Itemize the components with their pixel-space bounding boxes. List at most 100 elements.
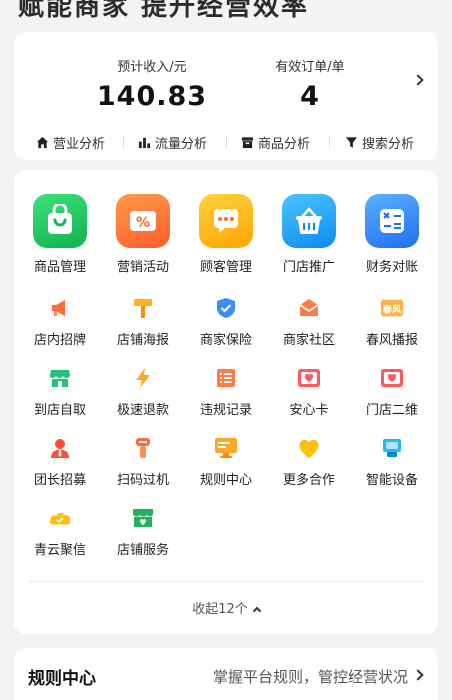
spring-broadcast-label: 春风播报 bbox=[365, 333, 418, 348]
marketing-activities[interactable]: % 营销活动 bbox=[101, 194, 185, 275]
shop-service-icon bbox=[131, 506, 155, 530]
merchant-community[interactable]: 商家社区 bbox=[267, 296, 351, 348]
more-cooperation[interactable]: 更多合作 bbox=[267, 436, 351, 488]
box-icon bbox=[241, 136, 254, 148]
leader-recruitment[interactable]: 团长招募 bbox=[18, 436, 102, 488]
storefront-icon bbox=[48, 366, 72, 390]
customer-management[interactable]: 顾客管理 bbox=[184, 194, 268, 275]
store-services[interactable]: 店铺服务 bbox=[101, 506, 185, 558]
paint-roller-icon bbox=[131, 296, 155, 320]
traffic-analysis-link[interactable]: 流量分析 bbox=[138, 132, 207, 152]
qingyun-juxin-label: 青云聚信 bbox=[33, 543, 86, 558]
heart-icon bbox=[297, 436, 321, 460]
cloud-icon bbox=[48, 506, 72, 530]
violation-record-label: 违规记录 bbox=[199, 403, 252, 418]
spring-news-icon-text: 春风 bbox=[382, 304, 402, 316]
assurance-card[interactable]: 安心卡 bbox=[267, 366, 351, 418]
bar-chart-icon bbox=[138, 137, 151, 148]
violation-record[interactable]: 违规记录 bbox=[184, 366, 268, 418]
store-services-label: 店铺服务 bbox=[116, 543, 169, 558]
product-management[interactable]: 商品管理 bbox=[18, 194, 102, 275]
calculator-icon bbox=[365, 194, 419, 248]
svg-text:%: % bbox=[136, 215, 150, 231]
chevron-up-icon bbox=[252, 606, 262, 616]
scanner-icon bbox=[131, 436, 155, 460]
rules-center-label: 规则中心 bbox=[199, 473, 252, 488]
product-analysis-link[interactable]: 商品分析 bbox=[241, 132, 310, 152]
scan-checkout-label: 扫码过机 bbox=[116, 473, 169, 488]
assurance-card-label: 安心卡 bbox=[289, 403, 329, 418]
rules-center-card[interactable]: 规则中心 掌握平台规则，管控经营状况 bbox=[14, 648, 438, 700]
marketing-activities-label: 营销活动 bbox=[116, 260, 169, 275]
search-analysis-link[interactable]: 搜索分析 bbox=[345, 132, 414, 152]
heart-card-icon bbox=[297, 366, 321, 390]
basket-icon bbox=[282, 194, 336, 248]
more-cooperation-label: 更多合作 bbox=[282, 473, 335, 488]
chat-bubble-icon bbox=[199, 194, 253, 248]
in-store-pickup-label: 到店自取 bbox=[33, 403, 86, 418]
smart-devices-label: 智能设备 bbox=[365, 473, 418, 488]
rules-center-description: 掌握平台规则，管控经营状况 bbox=[212, 668, 408, 686]
divider bbox=[123, 136, 124, 148]
store-qr-code[interactable]: 门店二维 bbox=[350, 366, 434, 418]
store-poster-label: 店铺海报 bbox=[116, 333, 169, 348]
list-record-icon bbox=[214, 366, 238, 390]
orders-stat[interactable]: 有效订单/单 4 bbox=[230, 56, 390, 112]
chevron-right-icon[interactable] bbox=[412, 669, 424, 681]
leader-recruitment-label: 团长招募 bbox=[33, 473, 86, 488]
merchant-insurance[interactable]: 商家保险 bbox=[184, 296, 268, 348]
product-management-label: 商品管理 bbox=[33, 260, 86, 275]
orders-label: 有效订单/单 bbox=[275, 60, 345, 75]
finance-reconciliation[interactable]: 财务对账 bbox=[350, 194, 434, 275]
income-label: 预计收入/元 bbox=[117, 60, 187, 75]
scan-checkout[interactable]: 扫码过机 bbox=[101, 436, 185, 488]
business-analysis-link[interactable]: 营业分析 bbox=[36, 132, 105, 152]
tools-card: 商品管理 % 营销活动 顾客管理 门店推广 财务对账 店内招牌 店铺海报 商家保… bbox=[14, 170, 438, 634]
community-envelope-icon bbox=[297, 296, 321, 320]
home-icon bbox=[36, 136, 49, 148]
store-promotion[interactable]: 门店推广 bbox=[267, 194, 351, 275]
banner-text: 赋能商家 提升经营效率 bbox=[18, 0, 310, 20]
spring-broadcast[interactable]: 春风 春风播报 bbox=[350, 296, 434, 348]
divider bbox=[28, 581, 424, 582]
monitor-icon bbox=[214, 436, 238, 460]
orders-value: 4 bbox=[300, 81, 320, 112]
lightning-icon bbox=[131, 366, 155, 390]
product-analysis-label: 商品分析 bbox=[258, 136, 311, 152]
search-analysis-label: 搜索分析 bbox=[362, 136, 415, 152]
megaphone-icon bbox=[48, 296, 72, 320]
spring-news-icon: 春风 bbox=[380, 296, 404, 320]
store-promotion-label: 门店推广 bbox=[282, 260, 335, 275]
traffic-analysis-label: 流量分析 bbox=[155, 136, 208, 152]
qingyun-juxin[interactable]: 青云聚信 bbox=[18, 506, 102, 558]
rules-center[interactable]: 规则中心 bbox=[184, 436, 268, 488]
filter-icon bbox=[345, 136, 358, 148]
percent-coupon-icon: % bbox=[116, 194, 170, 248]
quick-refund[interactable]: 极速退款 bbox=[101, 366, 185, 418]
store-qr-code-label: 门店二维 bbox=[365, 403, 418, 418]
income-value: 140.83 bbox=[96, 81, 208, 112]
store-poster[interactable]: 店铺海报 bbox=[101, 296, 185, 348]
analytics-bar: 营业分析 流量分析 商品分析 搜索分析 bbox=[14, 132, 438, 152]
merchant-community-label: 商家社区 bbox=[282, 333, 335, 348]
rules-center-title: 规则中心 bbox=[28, 669, 96, 689]
stats-card[interactable]: 预计收入/元 140.83 有效订单/单 4 营业分析 流量分析 商品分析 搜索… bbox=[14, 32, 438, 160]
collapse-button[interactable]: 收起12个 bbox=[14, 598, 438, 617]
smart-devices[interactable]: 智能设备 bbox=[350, 436, 434, 488]
shield-check-icon bbox=[214, 296, 238, 320]
business-analysis-label: 营业分析 bbox=[53, 136, 106, 152]
smart-device-icon bbox=[380, 436, 404, 460]
divider bbox=[226, 136, 227, 148]
in-store-sign-label: 店内招牌 bbox=[33, 333, 86, 348]
collapse-label: 收起12个 bbox=[192, 602, 248, 617]
leader-person-icon bbox=[48, 436, 72, 460]
merchant-insurance-label: 商家保险 bbox=[199, 333, 252, 348]
in-store-sign[interactable]: 店内招牌 bbox=[18, 296, 102, 348]
top-banner: 赋能商家 提升经营效率 bbox=[0, 0, 452, 20]
qr-heart-card-icon bbox=[380, 366, 404, 390]
income-stat[interactable]: 预计收入/元 140.83 bbox=[72, 56, 232, 112]
chevron-right-icon[interactable] bbox=[412, 74, 424, 86]
in-store-pickup[interactable]: 到店自取 bbox=[18, 366, 102, 418]
shopping-bag-icon bbox=[33, 194, 87, 248]
quick-refund-label: 极速退款 bbox=[116, 403, 169, 418]
